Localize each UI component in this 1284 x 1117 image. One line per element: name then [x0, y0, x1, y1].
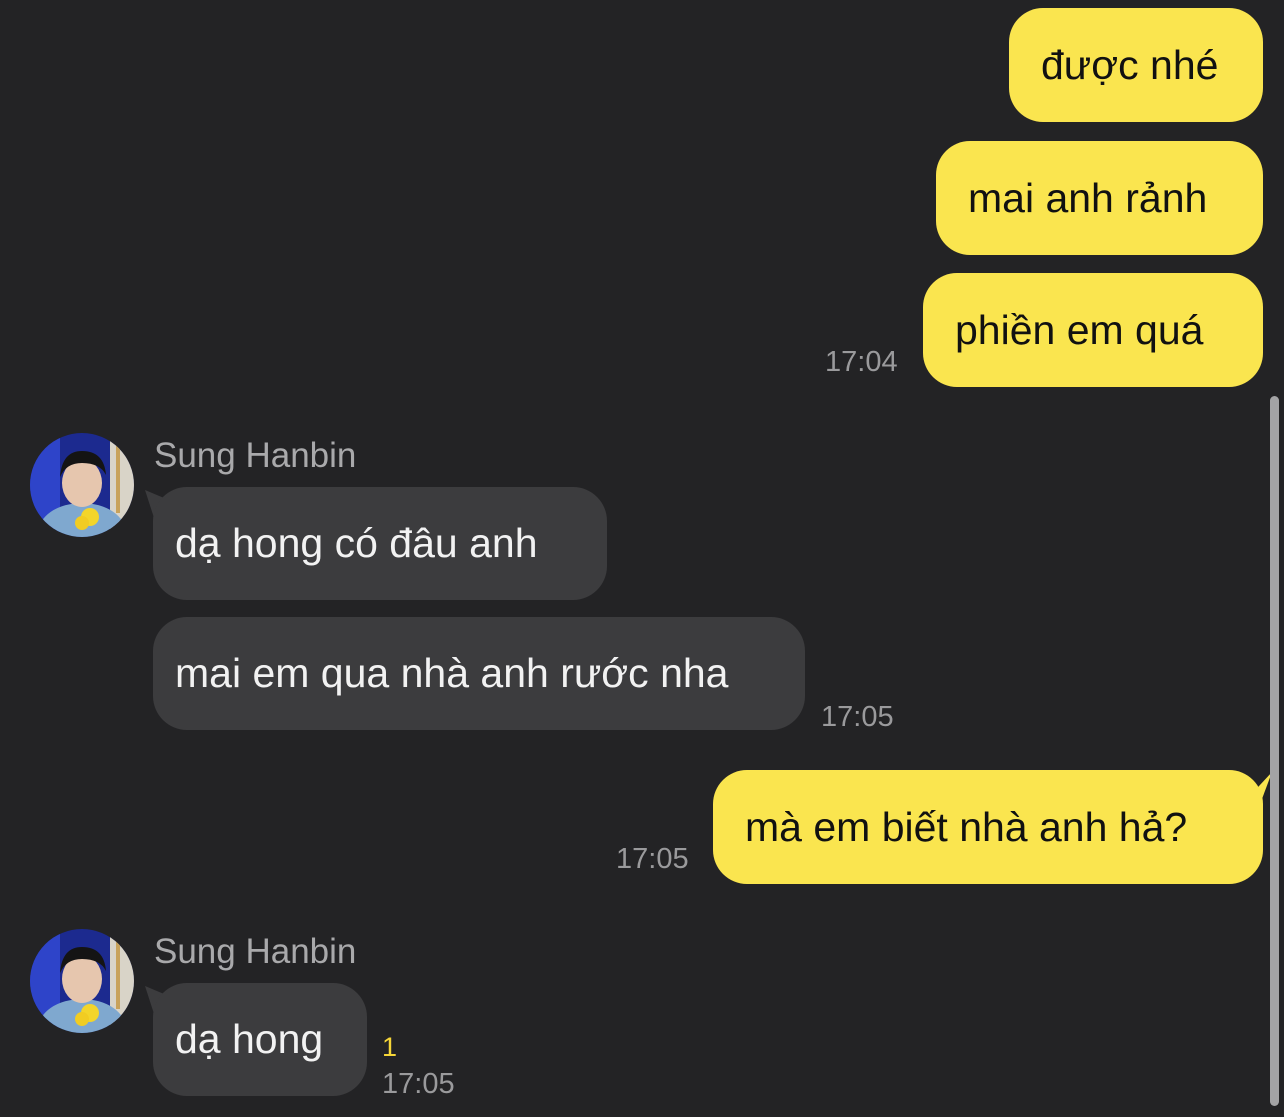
incoming-message-bubble[interactable]: mai em qua nhà anh rước nha — [153, 617, 805, 730]
scrollbar[interactable] — [1270, 396, 1279, 1106]
outgoing-message-bubble[interactable]: được nhé — [1009, 8, 1263, 122]
message-text: mai em qua nhà anh rước nha — [175, 650, 729, 696]
message-text: phiền em quá — [955, 306, 1204, 353]
incoming-message-bubble[interactable]: dạ hong — [153, 983, 367, 1096]
contact-avatar[interactable] — [30, 433, 134, 537]
outgoing-message-bubble[interactable]: phiền em quá — [923, 273, 1263, 387]
sender-name: Sung Hanbin — [154, 932, 357, 971]
message-text: dạ hong có đâu anh — [175, 520, 538, 566]
message-timestamp: 17:05 — [616, 843, 689, 875]
sender-name: Sung Hanbin — [154, 436, 357, 475]
unread-count-badge: 1 — [382, 1032, 398, 1062]
message-timestamp: 17:05 — [382, 1068, 455, 1100]
outgoing-message-bubble[interactable]: mà em biết nhà anh hả? — [713, 770, 1263, 884]
avatar-photo-icon — [30, 929, 134, 1033]
message-text: được nhé — [1041, 41, 1219, 88]
avatar-photo-icon — [30, 433, 134, 537]
message-text: mà em biết nhà anh hả? — [745, 803, 1188, 850]
message-timestamp: 17:04 — [825, 346, 898, 378]
message-text: mai anh rảnh — [968, 174, 1208, 221]
chat-message-list[interactable]: được nhé mai anh rảnh phiền em quá 17:04… — [0, 0, 1284, 1117]
contact-avatar[interactable] — [30, 929, 134, 1033]
message-text: dạ hong — [175, 1016, 324, 1062]
message-timestamp: 17:05 — [821, 701, 894, 733]
outgoing-message-bubble[interactable]: mai anh rảnh — [936, 141, 1263, 255]
incoming-message-bubble[interactable]: dạ hong có đâu anh — [153, 487, 607, 600]
